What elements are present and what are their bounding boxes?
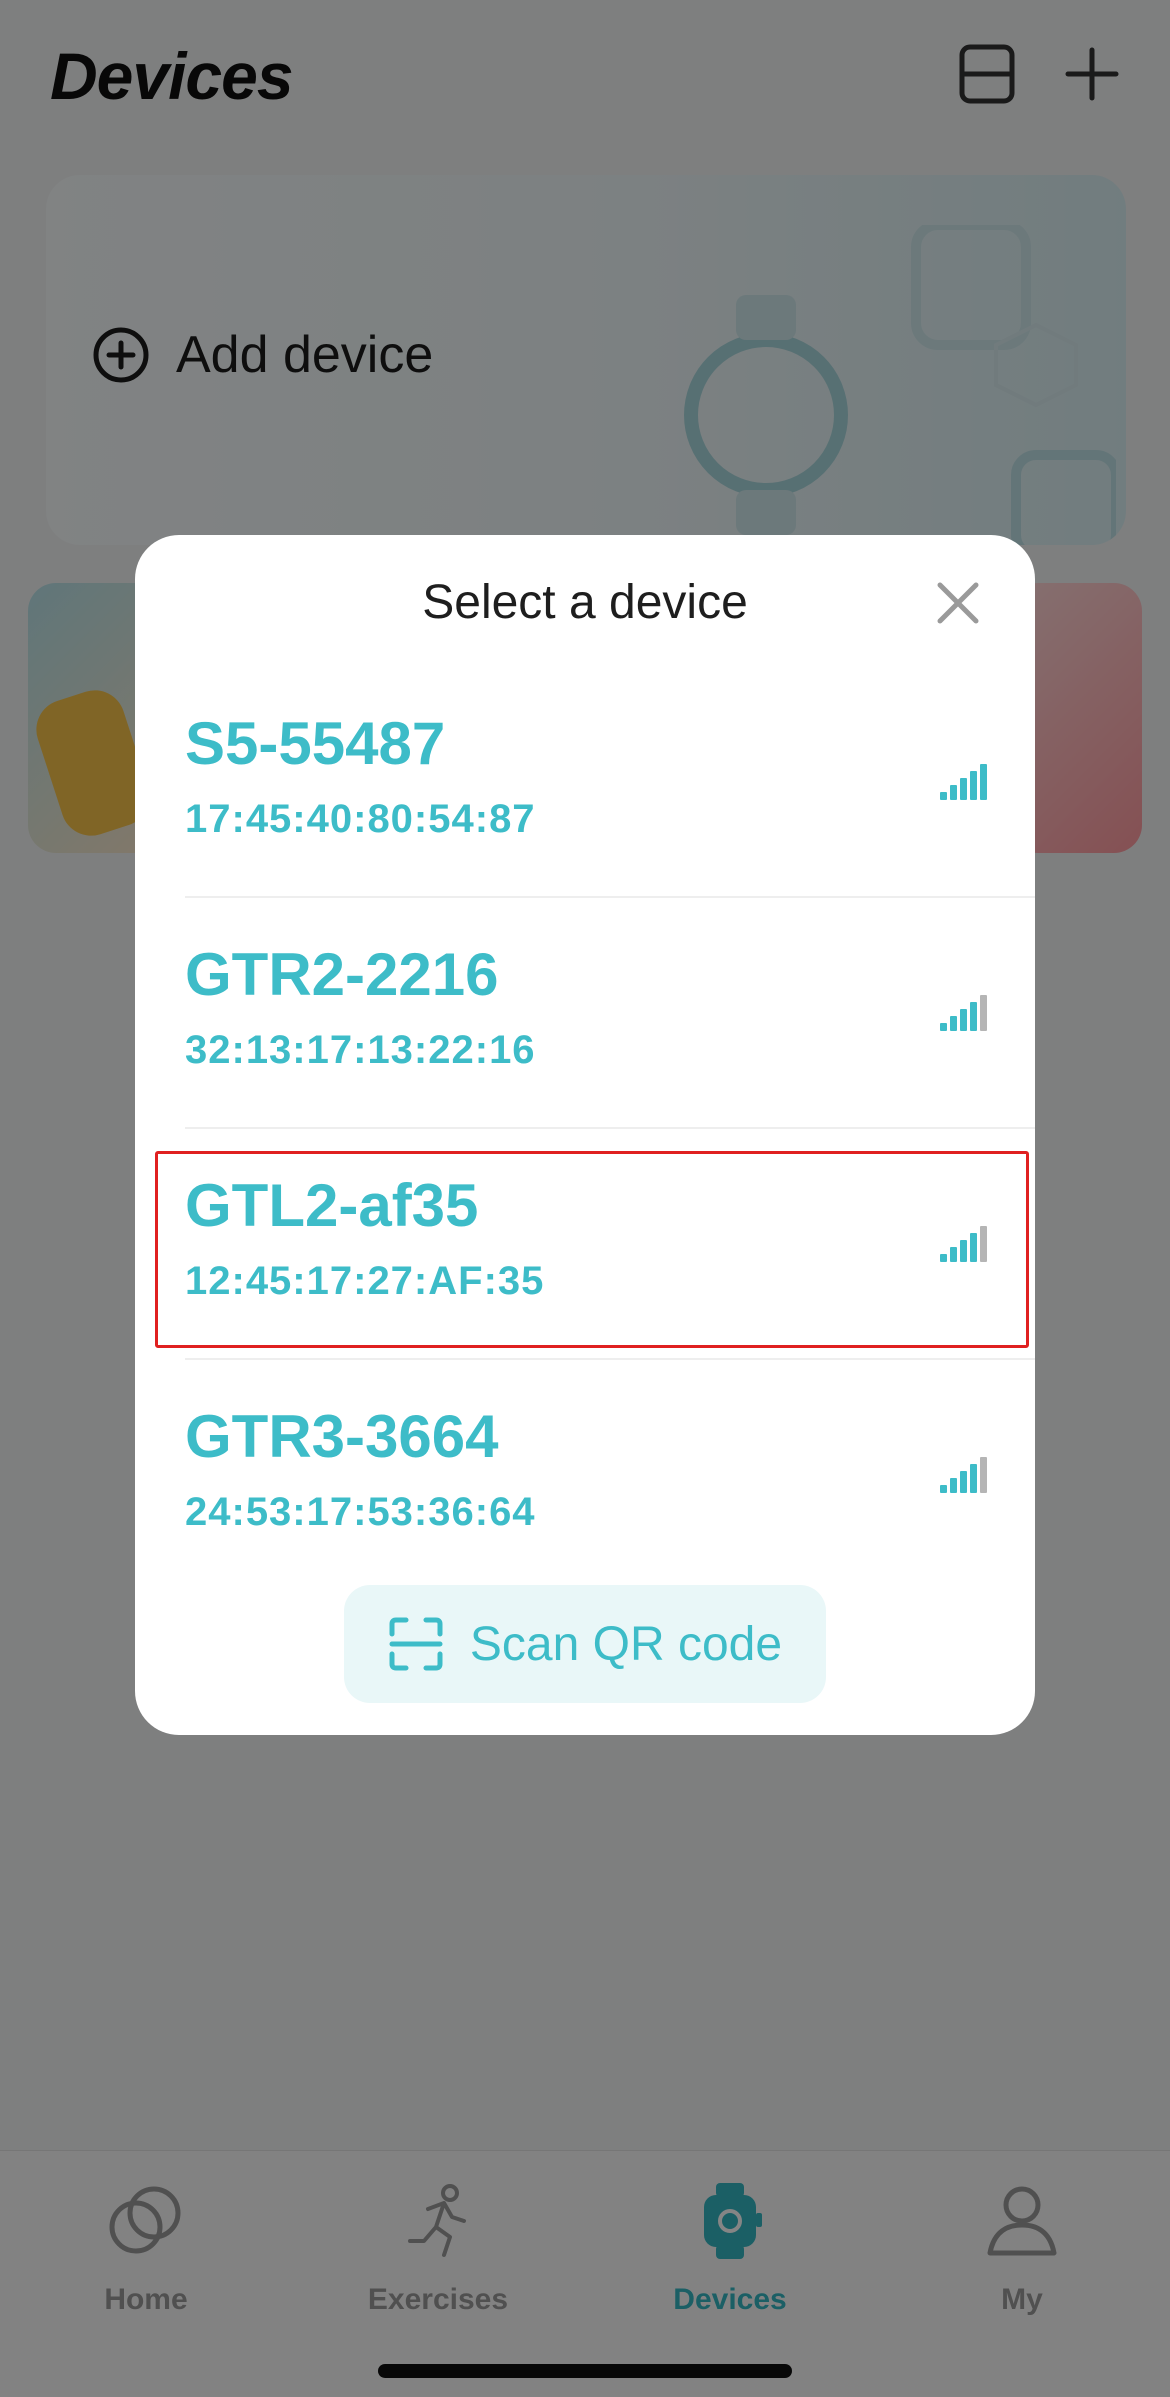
- signal-strength-icon: [940, 1226, 987, 1262]
- signal-bar: [960, 1240, 967, 1262]
- signal-strength-icon: [940, 995, 987, 1031]
- signal-bar: [970, 1002, 977, 1031]
- signal-bar: [960, 1009, 967, 1031]
- device-list: S5-55487 17:45:40:80:54:87 GTR2-2216 32:…: [135, 665, 1035, 1589]
- divider: [185, 1127, 1035, 1129]
- dialog-title: Select a device: [422, 576, 748, 629]
- scan-qr-button[interactable]: Scan QR code: [344, 1585, 826, 1703]
- signal-bar: [950, 785, 957, 800]
- signal-strength-icon: [940, 1457, 987, 1493]
- device-name: GTL2-af35: [185, 1172, 479, 1239]
- device-item-selected[interactable]: GTL2-af35 12:45:17:27:AF:35: [135, 1127, 1035, 1358]
- signal-bar: [940, 1485, 947, 1493]
- divider: [185, 1358, 1035, 1360]
- signal-bar: [960, 778, 967, 800]
- signal-bar: [940, 1254, 947, 1262]
- signal-bar: [940, 792, 947, 800]
- signal-bar: [970, 1233, 977, 1262]
- close-button[interactable]: [930, 575, 986, 631]
- device-item[interactable]: GTR2-2216 32:13:17:13:22:16: [135, 896, 1035, 1127]
- device-mac-address: 12:45:17:27:AF:35: [185, 1259, 545, 1303]
- close-icon: [937, 582, 979, 624]
- signal-bar: [960, 1471, 967, 1493]
- signal-bar: [950, 1247, 957, 1262]
- select-device-dialog: Select a device S5-55487 17:45:40:80:54:…: [135, 535, 1035, 1735]
- device-mac-address: 17:45:40:80:54:87: [185, 797, 536, 841]
- device-mac-address: 32:13:17:13:22:16: [185, 1028, 536, 1072]
- device-name: S5-55487: [185, 710, 446, 777]
- signal-bar: [950, 1478, 957, 1493]
- signal-bar: [980, 1226, 987, 1262]
- device-name: GTR2-2216: [185, 941, 499, 1008]
- signal-bar: [970, 771, 977, 800]
- device-name: GTR3-3664: [185, 1403, 499, 1470]
- signal-strength-icon: [940, 764, 987, 800]
- signal-bar: [950, 1016, 957, 1031]
- signal-bar: [980, 1457, 987, 1493]
- signal-bar: [980, 995, 987, 1031]
- scan-qr-label: Scan QR code: [469, 1617, 783, 1671]
- device-mac-address: 24:53:17:53:36:64: [185, 1490, 536, 1534]
- divider: [185, 896, 1035, 898]
- signal-bar: [940, 1023, 947, 1031]
- device-item[interactable]: S5-55487 17:45:40:80:54:87: [135, 665, 1035, 896]
- device-item[interactable]: GTR3-3664 24:53:17:53:36:64: [135, 1358, 1035, 1589]
- scan-icon: [389, 1617, 443, 1671]
- signal-bar: [980, 764, 987, 800]
- signal-bar: [970, 1464, 977, 1493]
